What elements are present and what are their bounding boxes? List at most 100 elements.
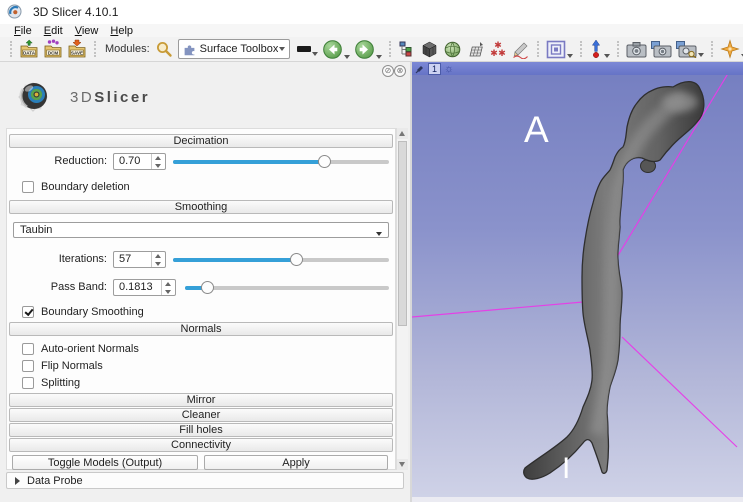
extensions-star-icon: [720, 39, 740, 59]
slider-handle[interactable]: [318, 155, 331, 168]
module-content: Decimation Reduction: 0.70 Boundary dele…: [6, 128, 396, 470]
annotations-button[interactable]: [511, 40, 530, 59]
menu-file[interactable]: File: [8, 25, 38, 37]
spin-down-button[interactable]: [152, 260, 165, 268]
layout-selector-button[interactable]: [546, 40, 573, 59]
spin-up-button[interactable]: [152, 252, 165, 260]
slider-handle[interactable]: [201, 281, 214, 294]
volume-rendering-icon: [420, 40, 439, 59]
data-probe-header[interactable]: Data Probe: [6, 472, 404, 489]
scroll-thumb[interactable]: [398, 141, 407, 326]
section-mirror[interactable]: Mirror: [9, 393, 393, 407]
pin-icon[interactable]: [415, 64, 425, 74]
scene-view-restore-button[interactable]: [676, 41, 704, 58]
module-selector[interactable]: Surface Toolbox: [178, 39, 291, 59]
boundary-smoothing-checkbox[interactable]: [22, 306, 34, 318]
subject-hierarchy-button[interactable]: [398, 40, 416, 58]
panel-undock-button[interactable]: [382, 65, 394, 77]
transforms-button[interactable]: [466, 40, 485, 59]
spin-up-button[interactable]: [162, 280, 175, 288]
save-icon: SAVE: [67, 39, 87, 59]
menu-help[interactable]: Help: [104, 25, 139, 37]
section-fill-holes[interactable]: Fill holes: [9, 423, 393, 437]
iterations-value: 57: [114, 252, 151, 267]
markups-button[interactable]: ✱ ✱ ✱: [489, 40, 507, 58]
reduction-row: Reduction: 0.70: [7, 153, 395, 171]
svg-text:SAVE: SAVE: [71, 50, 83, 55]
module-history-forward-button[interactable]: [354, 39, 382, 60]
section-connectivity[interactable]: Connectivity: [9, 438, 393, 452]
apply-button[interactable]: Apply: [204, 455, 388, 470]
flip-normals-row[interactable]: Flip Normals: [15, 359, 103, 373]
auto-orient-normals-checkbox[interactable]: [22, 343, 34, 355]
iterations-label: Iterations:: [7, 251, 107, 268]
splitting-checkbox[interactable]: [22, 377, 34, 389]
toolbar-grip: [10, 41, 12, 57]
crosshair-button[interactable]: [589, 39, 610, 59]
logo-3d: 3D: [70, 89, 94, 106]
passband-spinbox[interactable]: 0.1813: [113, 279, 176, 296]
menu-edit[interactable]: Edit: [38, 25, 69, 37]
reduction-spinbox[interactable]: 0.70: [113, 153, 166, 170]
menu-view[interactable]: View: [69, 25, 105, 37]
view-settings-icon[interactable]: [444, 64, 454, 74]
module-panel-toggle-button[interactable]: [295, 41, 318, 57]
toggle-models-button[interactable]: Toggle Models (Output): [12, 455, 198, 470]
slicer-window: 3D Slicer 4.10.1 File Edit View Help DAT…: [0, 0, 743, 502]
scene-view-capture-icon: [651, 41, 672, 58]
section-normals[interactable]: Normals: [9, 322, 393, 336]
load-data-button[interactable]: DATA: [19, 39, 39, 59]
svg-text:DCM: DCM: [48, 50, 59, 55]
svg-text:✱: ✱: [491, 48, 499, 58]
iterations-spinbox[interactable]: 57: [113, 251, 166, 268]
modules-label: Modules:: [105, 43, 150, 55]
panel-scrollbar[interactable]: [396, 128, 408, 470]
slider-handle[interactable]: [290, 253, 303, 266]
module-search-button[interactable]: [155, 40, 173, 58]
window-bottom-edge: [412, 497, 743, 502]
rendered-scene: [412, 62, 743, 497]
boundary-smoothing-checkbox-row[interactable]: Boundary Smoothing: [15, 305, 144, 319]
smoothing-method-value: Taubin: [20, 224, 375, 236]
models-icon: [443, 40, 462, 59]
chevron-down-icon: [604, 54, 610, 58]
screenshot-button[interactable]: [626, 41, 647, 58]
toolbar-grip: [537, 41, 539, 57]
slider-fill: [173, 160, 324, 164]
spin-down-button[interactable]: [162, 288, 175, 296]
scroll-up-button[interactable]: [397, 128, 408, 139]
splitting-row[interactable]: Splitting: [15, 376, 80, 390]
boundary-smoothing-label: Boundary Smoothing: [41, 306, 144, 318]
smoothing-method-combo[interactable]: Taubin: [13, 222, 389, 238]
slider-track[interactable]: [185, 286, 389, 290]
scene-view-capture-button[interactable]: [651, 41, 672, 58]
toolbar-grip: [580, 41, 582, 57]
boundary-deletion-checkbox-row[interactable]: Boundary deletion: [15, 180, 130, 194]
flip-normals-checkbox[interactable]: [22, 360, 34, 372]
section-cleaner[interactable]: Cleaner: [9, 408, 393, 422]
module-history-back-button[interactable]: [322, 39, 350, 60]
extensions-star-button[interactable]: [720, 39, 743, 59]
spin-down-button[interactable]: [152, 162, 165, 170]
boundary-deletion-checkbox[interactable]: [22, 181, 34, 193]
section-smoothing[interactable]: Smoothing: [9, 200, 393, 214]
toolbar-grip: [94, 41, 96, 57]
save-button[interactable]: SAVE: [67, 39, 87, 59]
panel-close-button[interactable]: [394, 65, 406, 77]
threed-viewport[interactable]: 1: [412, 62, 743, 497]
scroll-down-button[interactable]: [397, 459, 408, 470]
chevron-down-icon: [376, 55, 382, 59]
auto-orient-normals-row[interactable]: Auto-orient Normals: [15, 342, 139, 356]
chevron-down-icon: [344, 55, 350, 59]
iterations-slider[interactable]: [173, 251, 389, 268]
dicom-button[interactable]: DCM: [43, 39, 63, 59]
volume-rendering-button[interactable]: [420, 40, 439, 59]
models-button[interactable]: [443, 40, 462, 59]
section-decimation[interactable]: Decimation: [9, 134, 393, 148]
passband-slider[interactable]: [185, 279, 389, 296]
passband-value: 0.1813: [114, 280, 161, 295]
module-selected-label: Surface Toolbox: [200, 43, 279, 55]
reduction-slider[interactable]: [173, 153, 389, 170]
spin-up-button[interactable]: [152, 154, 165, 162]
svg-text:✱: ✱: [499, 48, 507, 58]
